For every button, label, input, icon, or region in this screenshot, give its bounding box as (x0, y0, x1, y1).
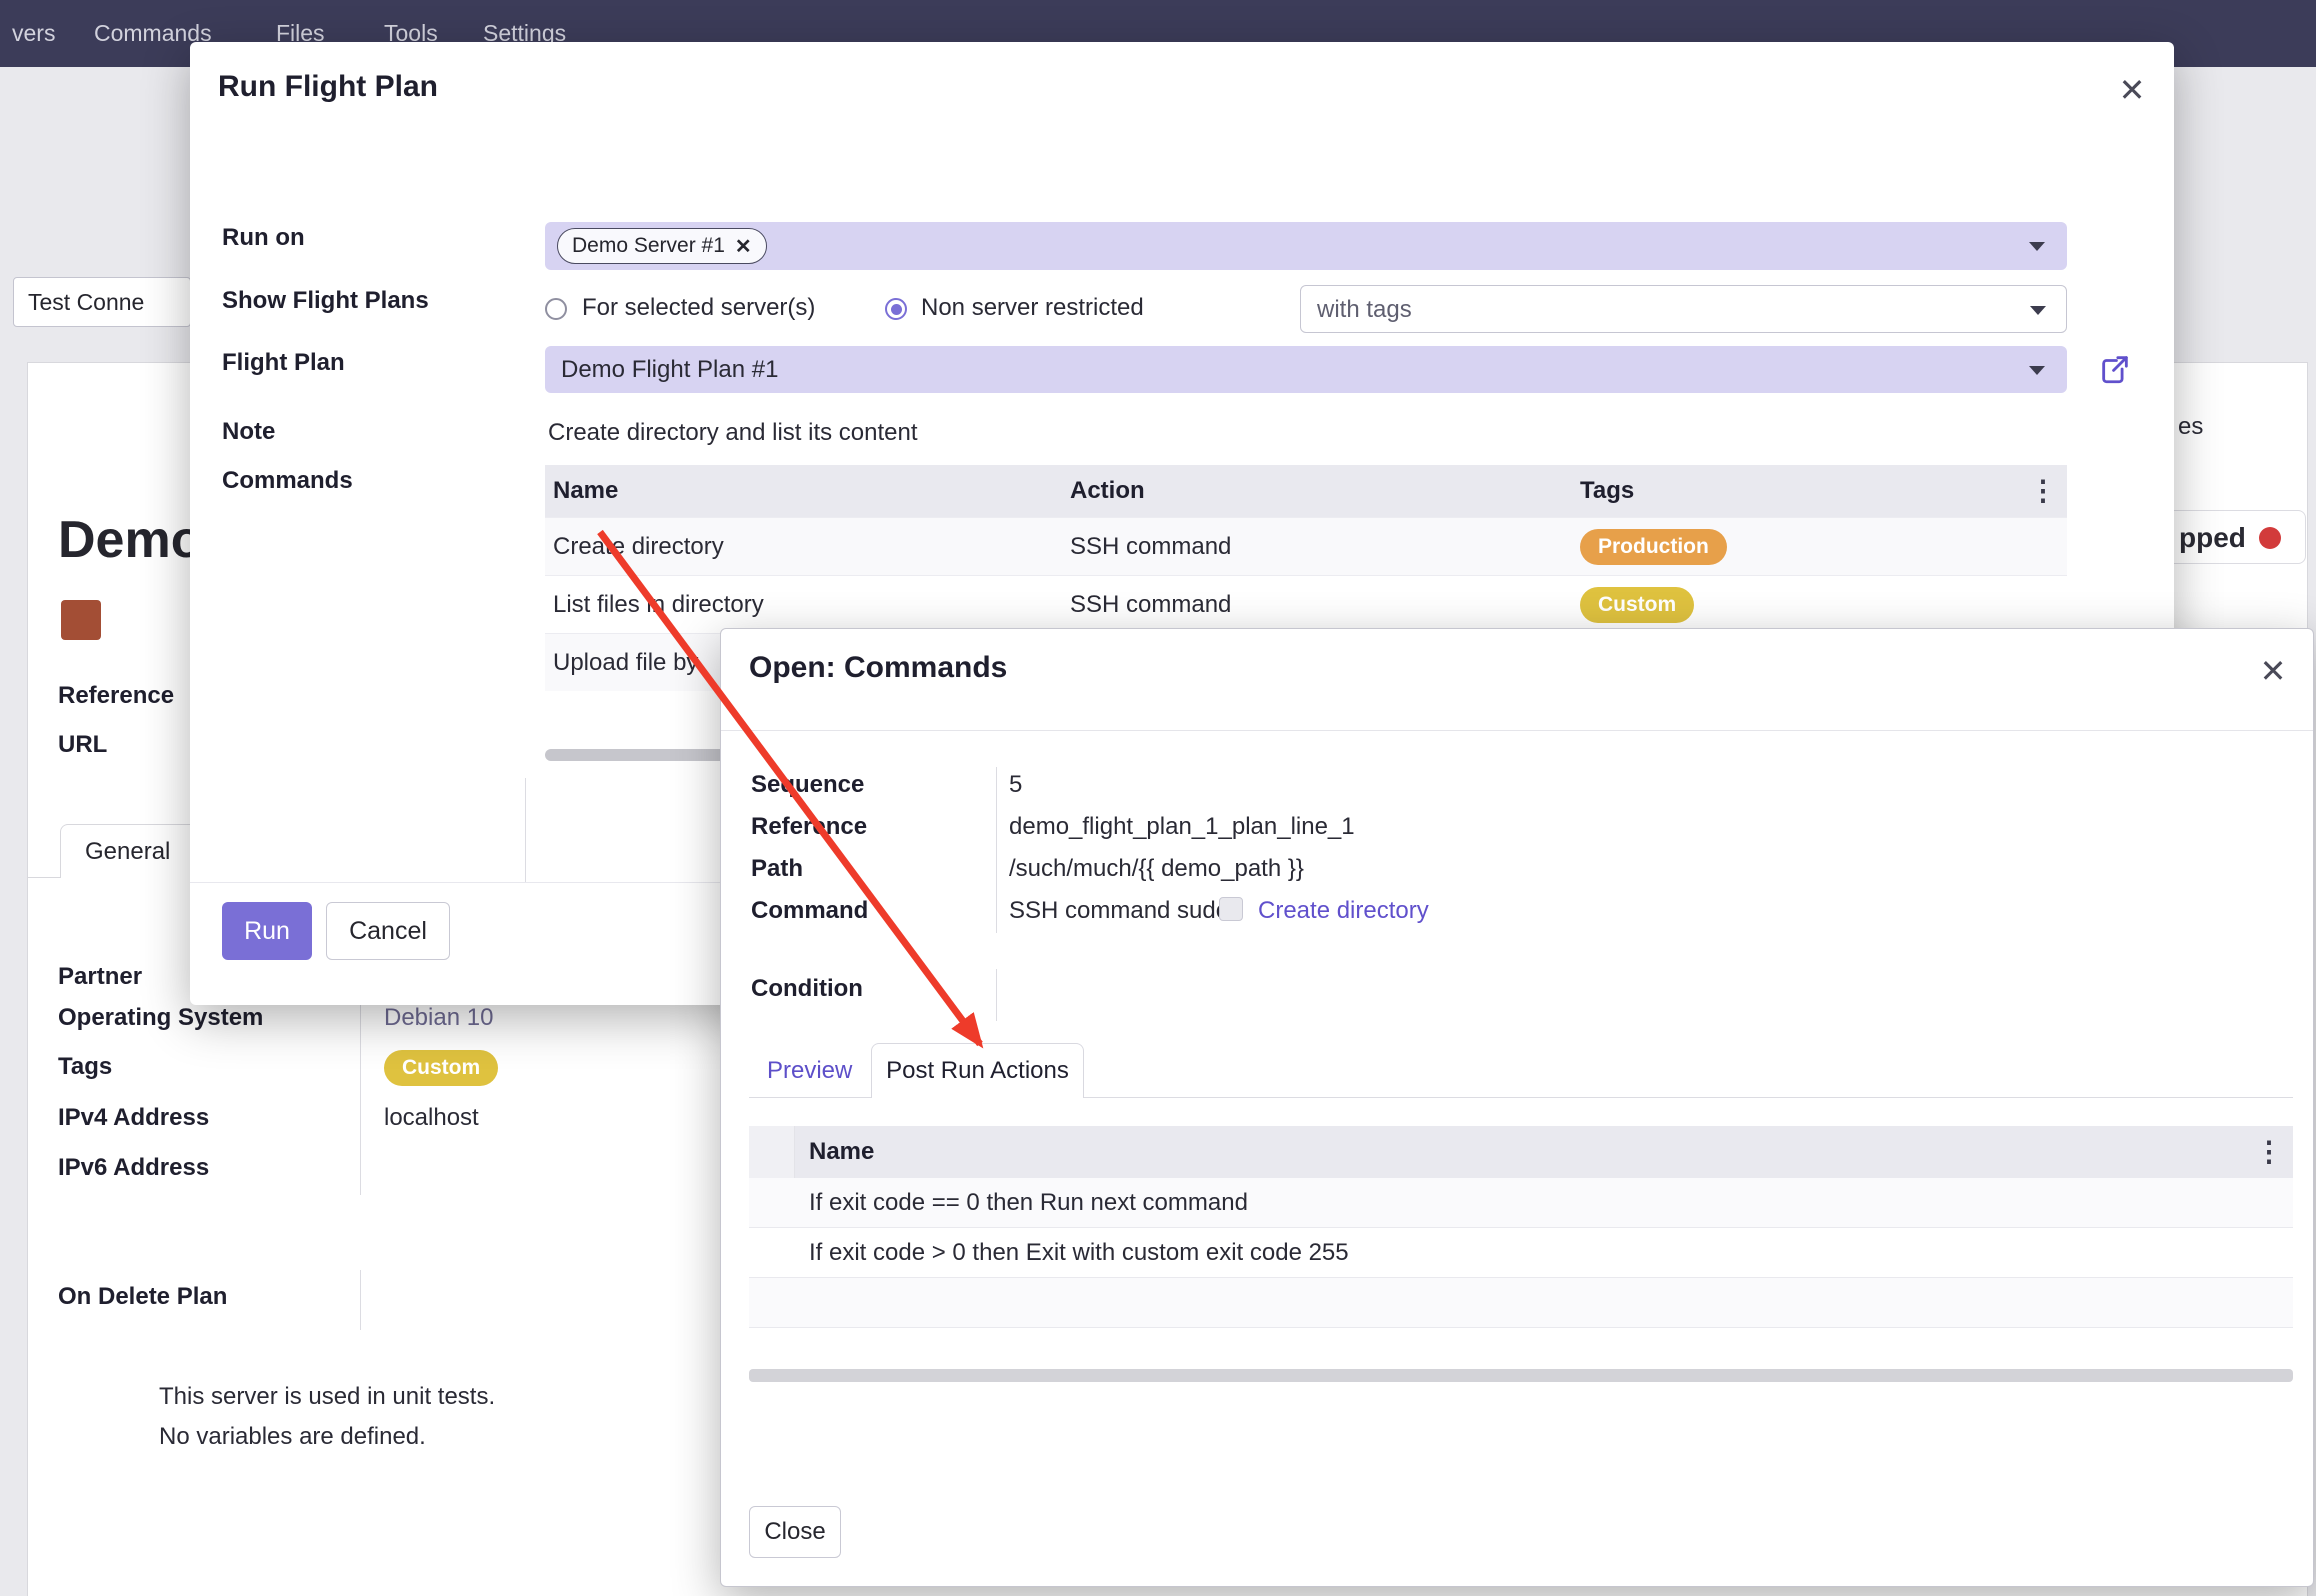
sudo-checkbox[interactable] (1219, 897, 1243, 921)
table-row[interactable]: If exit code > 0 then Exit with custom e… (749, 1228, 2293, 1278)
run-modal-title: Run Flight Plan (218, 70, 438, 104)
cancel-button[interactable]: Cancel (326, 902, 450, 960)
with-tags-value: with tags (1317, 296, 1412, 324)
truncated-right-text: es (2178, 413, 2203, 441)
note-label: Note (222, 418, 275, 446)
pointer-arrow (560, 498, 1030, 1088)
ipv4-label: IPv4 Address (58, 1104, 209, 1132)
post-run-actions-table: Name ⋮ If exit code == 0 then Run next c… (749, 1126, 2293, 1328)
unit-test-note-line2: No variables are defined. (159, 1423, 426, 1451)
table-options-icon[interactable]: ⋮ (2255, 1138, 2283, 1166)
command-value: SSH command sudo (1009, 897, 1229, 925)
unit-test-note-line1: This server is used in unit tests. (159, 1383, 495, 1411)
flight-plan-label: Flight Plan (222, 349, 345, 377)
server-title: Demo (58, 510, 202, 570)
table-header: Name ⋮ (749, 1126, 2293, 1178)
test-connection-button[interactable]: Test Conne (13, 277, 191, 327)
operating-system-label: Operating System (58, 1004, 263, 1032)
with-tags-select[interactable]: with tags (1300, 285, 2067, 333)
header-leading-cell (749, 1126, 795, 1178)
table-row-empty (749, 1278, 2293, 1328)
tag-badge-production: Production (1580, 529, 1727, 565)
external-link-icon[interactable] (2098, 352, 2132, 386)
run-on-label: Run on (222, 224, 305, 252)
form-divider (525, 778, 526, 882)
nav-item-servers[interactable]: vers (12, 0, 55, 67)
status-dot (2259, 527, 2281, 549)
row-action: SSH command (1062, 533, 1572, 561)
row-action: SSH command (1062, 591, 1572, 619)
flight-plan-select[interactable]: Demo Flight Plan #1 (545, 346, 2067, 393)
path-value: /such/much/{{ demo_path }} (1009, 855, 1304, 883)
server-tag-chip[interactable]: Demo Server #1 ✕ (557, 228, 767, 264)
close-icon[interactable]: ✕ (2249, 647, 2297, 695)
on-delete-plan-label: On Delete Plan (58, 1283, 227, 1311)
reference-label: Reference (58, 682, 174, 710)
radio-non-server-restricted-label[interactable]: Non server restricted (921, 294, 1144, 322)
flight-plan-value: Demo Flight Plan #1 (561, 356, 778, 384)
radio-for-selected-servers[interactable] (545, 298, 567, 320)
tag-badge-custom: Custom (1580, 587, 1694, 623)
chevron-down-icon[interactable] (2029, 242, 2045, 251)
run-button[interactable]: Run (222, 902, 312, 960)
header-name[interactable]: Name (795, 1126, 2293, 1178)
color-swatch[interactable] (61, 600, 101, 640)
tag-badge-custom: Custom (384, 1050, 498, 1086)
chevron-down-icon (2030, 306, 2046, 315)
remove-tag-icon[interactable]: ✕ (735, 234, 752, 259)
header-action[interactable]: Action (1062, 477, 1572, 505)
plan-note-text: Create directory and list its content (548, 419, 918, 447)
ipv4-value: localhost (384, 1104, 479, 1132)
operating-system-value[interactable]: Debian 10 (384, 1004, 493, 1032)
server-tag-label: Demo Server #1 (572, 234, 725, 258)
table-row[interactable]: If exit code == 0 then Run next command (749, 1178, 2293, 1228)
horizontal-scrollbar[interactable] (749, 1369, 2293, 1382)
show-flight-plans-label: Show Flight Plans (222, 287, 429, 315)
screen: vers Commands Files Tools Settings Test … (0, 0, 2316, 1596)
radio-for-selected-servers-label[interactable]: For selected server(s) (582, 294, 815, 322)
tags-label: Tags (58, 1053, 112, 1081)
close-button[interactable]: Close (749, 1506, 841, 1558)
chevron-down-icon (2029, 366, 2045, 375)
reference-value: demo_flight_plan_1_plan_line_1 (1009, 813, 1355, 841)
header-tags[interactable]: Tags (1572, 477, 2067, 505)
ipv6-label: IPv6 Address (58, 1154, 209, 1182)
partner-label: Partner (58, 963, 142, 991)
url-label: URL (58, 731, 107, 759)
status-text: pped (2179, 522, 2246, 554)
create-directory-link[interactable]: Create directory (1258, 897, 1429, 925)
run-on-field[interactable]: Demo Server #1 ✕ (545, 222, 2067, 270)
close-icon[interactable]: ✕ (2108, 66, 2156, 114)
radio-non-server-restricted[interactable] (885, 298, 907, 320)
commands-label: Commands (222, 467, 353, 495)
table-options-icon[interactable]: ⋮ (2029, 477, 2057, 505)
on-delete-divider (360, 1270, 361, 1330)
